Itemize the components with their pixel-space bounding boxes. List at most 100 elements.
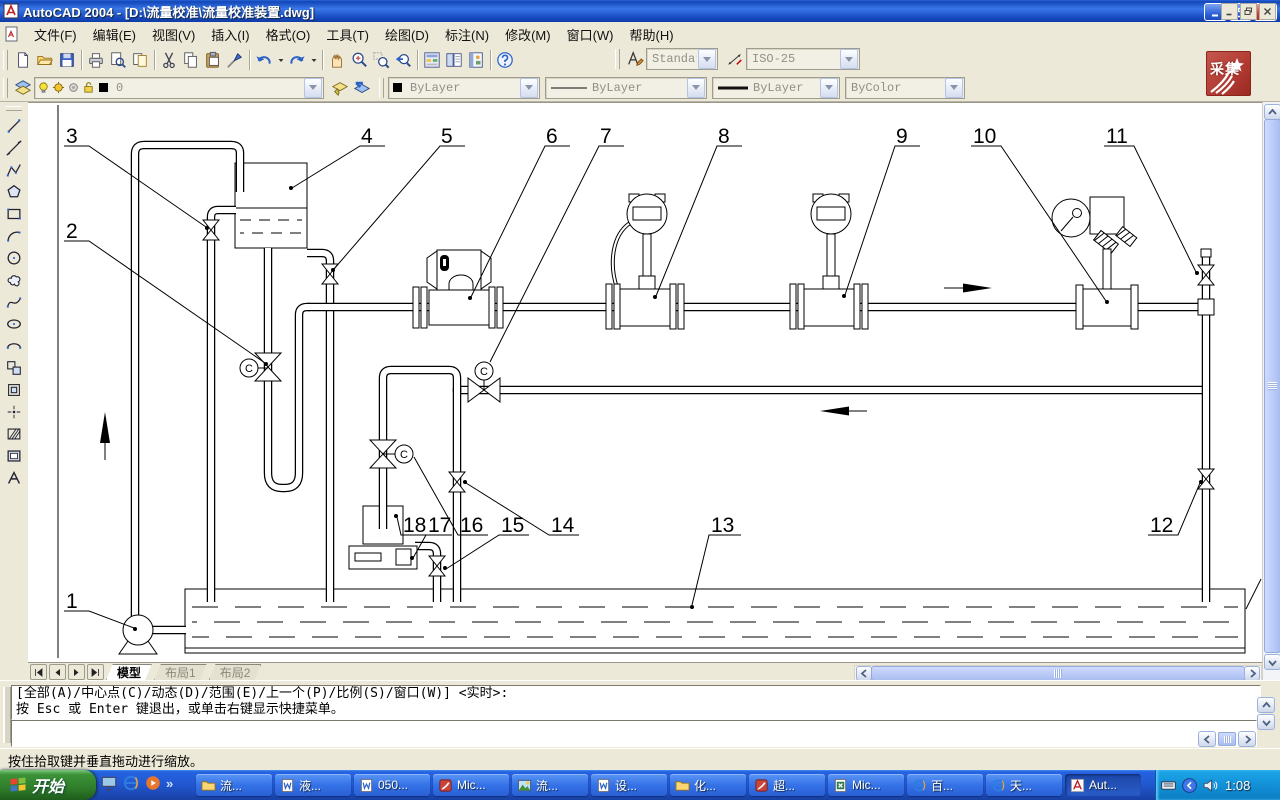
menu-draw[interactable]: 绘图(D): [377, 22, 437, 47]
toolbar-grip[interactable]: [6, 106, 22, 111]
tool-palettes-icon[interactable]: [465, 49, 487, 71]
last-tab-icon[interactable]: [87, 664, 104, 680]
publish-icon[interactable]: [129, 49, 151, 71]
menu-modify[interactable]: 修改(M): [497, 22, 559, 47]
circle-icon[interactable]: [3, 247, 25, 269]
task-button-ie-1[interactable]: 百...: [907, 774, 983, 796]
text-style-icon[interactable]: [624, 48, 646, 70]
text-style-combo[interactable]: Standard: [646, 48, 718, 70]
task-button-image[interactable]: 流...: [512, 774, 588, 796]
canvas-vertical-scrollbar[interactable]: [1262, 102, 1280, 680]
caiji-overlay-logo[interactable]: 采集: [1206, 51, 1251, 96]
task-button-word-1[interactable]: 液...: [275, 774, 351, 796]
chevron-down-icon[interactable]: [520, 78, 538, 98]
menu-dimension[interactable]: 标注(N): [437, 22, 497, 47]
construction-line-icon[interactable]: [3, 137, 25, 159]
chevron-down-icon[interactable]: [840, 49, 858, 69]
plot-style-combo[interactable]: ByColor: [845, 77, 965, 99]
properties-icon[interactable]: [421, 49, 443, 71]
internet-explorer-icon[interactable]: [122, 774, 140, 792]
toolbar-grip[interactable]: [379, 78, 384, 98]
ellipse-icon[interactable]: [3, 313, 25, 335]
make-object-layer-current-icon[interactable]: [329, 77, 351, 99]
chevron-down-icon[interactable]: [820, 78, 838, 98]
task-button-ssreader[interactable]: 超...: [749, 774, 825, 796]
start-button[interactable]: 开始: [0, 770, 96, 800]
toolbar-grip[interactable]: [615, 49, 620, 69]
undo-dropdown-icon[interactable]: [275, 49, 286, 71]
task-button-word-2[interactable]: 050...: [354, 774, 430, 796]
separator[interactable]: [487, 49, 494, 71]
media-player-icon[interactable]: [144, 774, 162, 792]
new-file-icon[interactable]: [12, 49, 34, 71]
command-history[interactable]: [全部(A)/中心点(C)/动态(D)/范围(E)/上一个(P)/比例(S)/窗…: [11, 685, 1261, 720]
arc-icon[interactable]: [3, 225, 25, 247]
menu-tools[interactable]: 工具(T): [318, 22, 377, 47]
command-horizontal-scrollbar[interactable]: [1198, 731, 1256, 747]
tab-layout1[interactable]: 布局1: [154, 664, 207, 681]
layer-previous-icon[interactable]: [351, 77, 373, 99]
dim-style-combo[interactable]: ISO-25: [746, 48, 860, 70]
doc-minimize-button[interactable]: [1221, 3, 1238, 20]
cut-icon[interactable]: [158, 49, 180, 71]
doc-close-button[interactable]: [1259, 3, 1276, 20]
command-scrollbar[interactable]: [1257, 697, 1275, 730]
plot-preview-icon[interactable]: [107, 49, 129, 71]
zoom-window-icon[interactable]: [370, 49, 392, 71]
menu-edit[interactable]: 编辑(E): [85, 22, 144, 47]
undo-icon[interactable]: [253, 49, 275, 71]
task-button-app-1[interactable]: Mic...: [433, 774, 509, 796]
menu-view[interactable]: 视图(V): [144, 22, 203, 47]
polyline-icon[interactable]: [3, 159, 25, 181]
help-icon[interactable]: [494, 49, 516, 71]
lineweight-combo[interactable]: ByLayer: [712, 77, 840, 99]
horizontal-scroll-thumb[interactable]: [1218, 732, 1236, 746]
menu-window[interactable]: 窗口(W): [559, 22, 622, 47]
open-file-icon[interactable]: [34, 49, 56, 71]
horizontal-scroll-thumb[interactable]: [871, 666, 1245, 681]
task-button-excel[interactable]: Mic...: [828, 774, 904, 796]
language-tray-icon[interactable]: [1181, 777, 1198, 794]
zoom-realtime-icon[interactable]: [348, 49, 370, 71]
region-icon[interactable]: [3, 445, 25, 467]
menu-file[interactable]: 文件(F): [26, 22, 85, 47]
scroll-left-icon[interactable]: [856, 666, 872, 681]
copy-icon[interactable]: [180, 49, 202, 71]
spline-icon[interactable]: [3, 291, 25, 313]
toolbar-grip[interactable]: [3, 78, 8, 98]
polygon-icon[interactable]: [3, 181, 25, 203]
quick-launch-chevron[interactable]: »: [166, 776, 173, 791]
linetype-combo[interactable]: ByLayer: [545, 77, 707, 99]
ellipse-arc-icon[interactable]: [3, 335, 25, 357]
command-input[interactable]: [11, 720, 1257, 747]
separator[interactable]: [246, 49, 253, 71]
show-desktop-icon[interactable]: [100, 774, 118, 792]
volume-tray-icon[interactable]: [1202, 777, 1219, 794]
rectangle-icon[interactable]: [3, 203, 25, 225]
scroll-right-icon[interactable]: [1238, 731, 1256, 747]
redo-icon[interactable]: [286, 49, 308, 71]
scroll-right-icon[interactable]: [1244, 666, 1260, 681]
menu-insert[interactable]: 插入(I): [203, 22, 257, 47]
make-block-icon[interactable]: [3, 379, 25, 401]
match-properties-icon[interactable]: [224, 49, 246, 71]
task-button-folder-2[interactable]: 化...: [670, 774, 746, 796]
separator[interactable]: [151, 49, 158, 71]
revision-cloud-icon[interactable]: [3, 269, 25, 291]
scroll-up-icon[interactable]: [1264, 104, 1280, 120]
first-tab-icon[interactable]: [30, 664, 47, 680]
tab-layout2[interactable]: 布局2: [209, 664, 262, 681]
task-button-folder-1[interactable]: 流...: [196, 774, 272, 796]
chevron-down-icon[interactable]: [698, 49, 716, 69]
plot-icon[interactable]: [85, 49, 107, 71]
multiline-text-icon[interactable]: [3, 467, 25, 489]
color-combo[interactable]: ByLayer: [388, 77, 540, 99]
paste-icon[interactable]: [202, 49, 224, 71]
scroll-down-icon[interactable]: [1264, 654, 1280, 670]
vertical-scroll-thumb[interactable]: [1264, 119, 1280, 653]
next-tab-icon[interactable]: [68, 664, 85, 680]
separator[interactable]: [319, 49, 326, 71]
scroll-left-icon[interactable]: [1198, 731, 1216, 747]
doc-restore-button[interactable]: [1240, 3, 1257, 20]
line-icon[interactable]: [3, 115, 25, 137]
